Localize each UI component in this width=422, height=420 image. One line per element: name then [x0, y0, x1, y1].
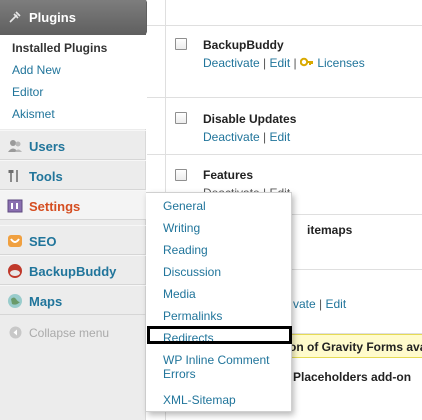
table-row: [147, 0, 422, 26]
nav-users-label: Users: [29, 139, 66, 154]
plugin-row-backupbuddy: BackupBuddy Deactivate | Edit | Licenses: [147, 26, 422, 98]
update-notice-text: on of Gravity Forms ava: [289, 340, 422, 354]
deactivate-link[interactable]: vate: [293, 297, 316, 311]
edit-link[interactable]: Edit: [270, 130, 291, 144]
nav-plugins-header[interactable]: Plugins: [0, 0, 154, 35]
flyout-item-media[interactable]: Media: [163, 287, 196, 301]
nav-settings[interactable]: Settings: [0, 190, 146, 220]
flyout-item-discussion[interactable]: Discussion: [163, 265, 221, 279]
key-icon: [299, 57, 313, 67]
flyout-item-permalinks[interactable]: Permalinks: [163, 309, 222, 323]
flyout-item-wp-inline-comment-errors[interactable]: WP Inline Comment Errors: [163, 353, 269, 381]
plugin-checkbox[interactable]: [175, 38, 187, 50]
tools-icon: [8, 170, 18, 182]
backupbuddy-icon: [8, 264, 22, 278]
edit-link[interactable]: Edit: [270, 56, 291, 70]
admin-sidebar: Plugins Installed Plugins Add New Editor…: [0, 0, 154, 420]
plugin-checkbox[interactable]: [175, 169, 187, 181]
maps-icon: [8, 294, 22, 308]
nav-seo[interactable]: SEO: [0, 225, 146, 255]
plugin-actions: Deactivate | Edit: [203, 130, 291, 144]
submenu-editor[interactable]: Editor: [12, 85, 43, 99]
nav-tools-label: Tools: [29, 169, 63, 184]
users-icon: [8, 140, 22, 152]
deactivate-link[interactable]: Deactivate: [203, 130, 260, 144]
flyout-item-general[interactable]: General: [163, 199, 206, 213]
settings-icon: [7, 199, 23, 213]
deactivate-link[interactable]: Deactivate: [203, 56, 260, 70]
nav-plugins-label: Plugins: [29, 10, 76, 25]
plugin-name: Features: [203, 168, 254, 182]
flyout-item-writing[interactable]: Writing: [163, 221, 200, 235]
plugin-name: BackupBuddy: [203, 38, 284, 52]
plugins-submenu: Installed Plugins Add New Editor Akismet: [0, 35, 146, 129]
collapse-arrow-icon: [9, 326, 22, 339]
flyout-item-line: WP Inline Comment: [163, 353, 270, 367]
plugin-icon: [9, 11, 21, 23]
highlight-box: [147, 326, 292, 344]
nav-backupbuddy-label: BackupBuddy: [29, 264, 117, 279]
nav-settings-label: Settings: [29, 199, 81, 214]
nav-backupbuddy[interactable]: BackupBuddy: [0, 255, 146, 285]
settings-flyout-menu: General Writing Reading Discussion Media…: [146, 192, 292, 412]
plugin-actions: Deactivate | Edit | Licenses: [203, 56, 365, 70]
plugin-name: Disable Updates: [203, 112, 297, 126]
collapse-menu[interactable]: Collapse menu: [0, 322, 146, 344]
plugin-checkbox[interactable]: [175, 112, 187, 124]
nav-maps-label: Maps: [29, 294, 63, 309]
nav-users[interactable]: Users: [0, 130, 146, 160]
plugin-row-disable-updates: Disable Updates Deactivate | Edit: [147, 98, 422, 155]
plugin-actions: vate | Edit: [293, 297, 347, 311]
plugin-name-partial: itemaps: [307, 223, 353, 237]
nav-seo-label: SEO: [29, 234, 57, 249]
submenu-add-new[interactable]: Add New: [12, 63, 61, 77]
submenu-installed-plugins[interactable]: Installed Plugins: [12, 41, 107, 55]
flyout-item-line: Errors: [163, 367, 196, 381]
licenses-link[interactable]: Licenses: [317, 56, 364, 70]
collapse-menu-label: Collapse menu: [29, 326, 110, 340]
flyout-item-xml-sitemap[interactable]: XML-Sitemap: [163, 393, 236, 407]
seo-icon: [8, 235, 22, 247]
nav-tools[interactable]: Tools: [0, 160, 146, 190]
edit-link[interactable]: Edit: [325, 297, 346, 311]
flyout-item-reading[interactable]: Reading: [163, 243, 208, 257]
plugin-name-partial: Placeholders add-on: [293, 370, 412, 384]
nav-maps[interactable]: Maps: [0, 285, 146, 315]
submenu-akismet[interactable]: Akismet: [12, 107, 55, 121]
